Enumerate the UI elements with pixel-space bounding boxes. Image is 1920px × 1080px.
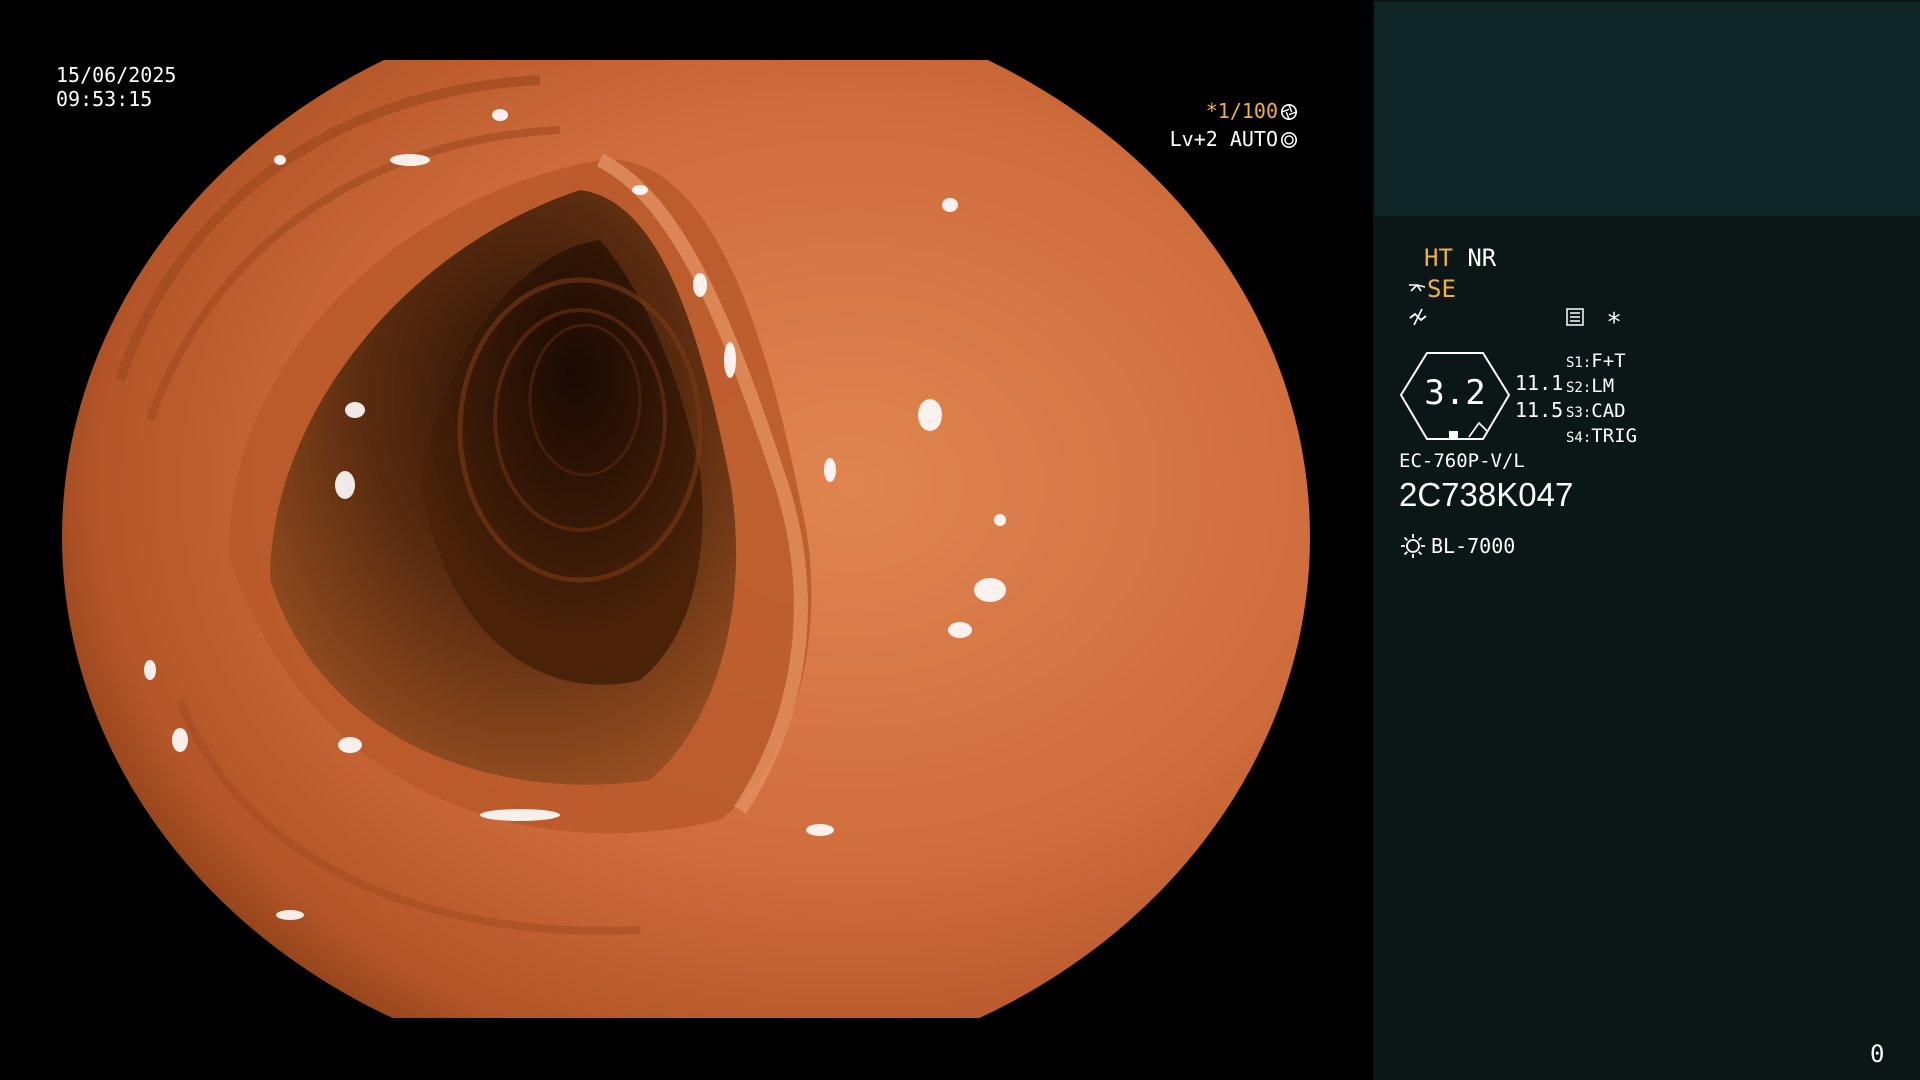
image-counter: 0 — [1870, 1040, 1885, 1068]
image-mode-row: HT NR — [1424, 244, 1496, 272]
light-source-icon — [1401, 534, 1425, 558]
zoom-value: 3.2 — [1424, 373, 1486, 413]
light-source-row: BL-7000 — [1399, 532, 1515, 560]
light-source-label: BL-7000 — [1431, 534, 1516, 558]
zoom-indicator: 3.2 — [1399, 351, 1511, 441]
auto-iris-icon — [1280, 131, 1298, 149]
time-text: 09:53:15 — [56, 87, 153, 111]
hood-icon — [1409, 284, 1426, 292]
menu-row: * — [1565, 306, 1622, 338]
shutter-speed-text: *1/100 — [1205, 99, 1278, 123]
scope-model: EC-760P-V/L — [1399, 450, 1525, 472]
switch-row-3: S3:CAD — [1566, 400, 1626, 422]
thumbnail-area — [1375, 2, 1920, 216]
structure-enhance-row: SE — [1407, 275, 1456, 303]
star-marker: * — [1606, 308, 1622, 338]
gain-top-value: 11.1 — [1515, 371, 1564, 395]
date-text: 15/06/2025 — [56, 63, 177, 87]
mode-se-label: SE — [1427, 275, 1456, 303]
endoscope-video-area: 15/06/2025 09:53:15 *1/100 Lv+2 AUTO — [0, 0, 1373, 1080]
brightness-level-readout: Lv+2 AUTO — [1170, 127, 1298, 151]
mode-nr-label: NR — [1467, 244, 1497, 272]
info-side-panel: HT NR SE * 3.2 11.1 11.5 S1:F+T S2:LM S3… — [1373, 0, 1920, 1080]
switch-row-2: S2:LM — [1566, 375, 1615, 397]
endoscopic-image — [62, 60, 1310, 1018]
shutter-icon — [1280, 103, 1298, 121]
flicker-row — [1407, 306, 1429, 334]
switch-row-1: S1:F+T — [1566, 350, 1626, 372]
flicker-icon — [1409, 308, 1427, 326]
switch-row-4: S4:TRIG — [1566, 425, 1638, 447]
shutter-readout: *1/100 — [1206, 99, 1298, 123]
gain-bottom-value: 11.5 — [1515, 398, 1564, 422]
scope-serial: 2C738K047 — [1399, 476, 1574, 513]
menu-icon — [1566, 308, 1584, 326]
mode-ht-label: HT — [1424, 244, 1453, 272]
date-time-readout: 15/06/2025 09:53:15 — [56, 63, 176, 111]
level-text: Lv+2 AUTO — [1169, 127, 1278, 151]
